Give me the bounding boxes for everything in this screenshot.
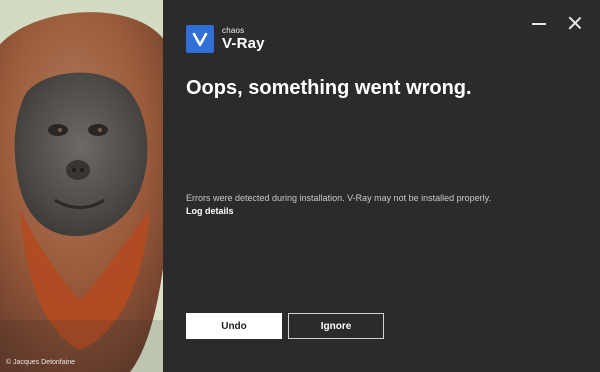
orangutan-illustration xyxy=(0,0,163,372)
minimize-button[interactable] xyxy=(530,14,548,32)
window-controls xyxy=(530,14,584,32)
v-ray-logo-icon xyxy=(186,25,214,53)
photo-credit: © Jacques Detonfaine xyxy=(6,359,75,366)
ignore-button[interactable]: Ignore xyxy=(288,313,384,339)
brand-product: V-Ray xyxy=(222,35,265,52)
undo-button[interactable]: Undo xyxy=(186,313,282,339)
close-button[interactable] xyxy=(566,14,584,32)
error-message: Errors were detected during installation… xyxy=(186,193,491,203)
minimize-icon xyxy=(532,23,546,25)
dialog-headline: Oops, something went wrong. xyxy=(186,77,472,99)
orangutan-photo: © Jacques Detonfaine xyxy=(0,0,163,372)
brand-vendor: chaos xyxy=(222,26,245,35)
content-panel: chaos V-Ray Oops, something went wrong. … xyxy=(163,0,600,372)
log-details-link[interactable]: Log details xyxy=(186,206,234,216)
installer-window: © Jacques Detonfaine chaos V-Ray Oops, s… xyxy=(0,0,600,372)
brand-wordmark: chaos V-Ray xyxy=(222,26,265,52)
brand-logo: chaos V-Ray xyxy=(186,23,265,55)
